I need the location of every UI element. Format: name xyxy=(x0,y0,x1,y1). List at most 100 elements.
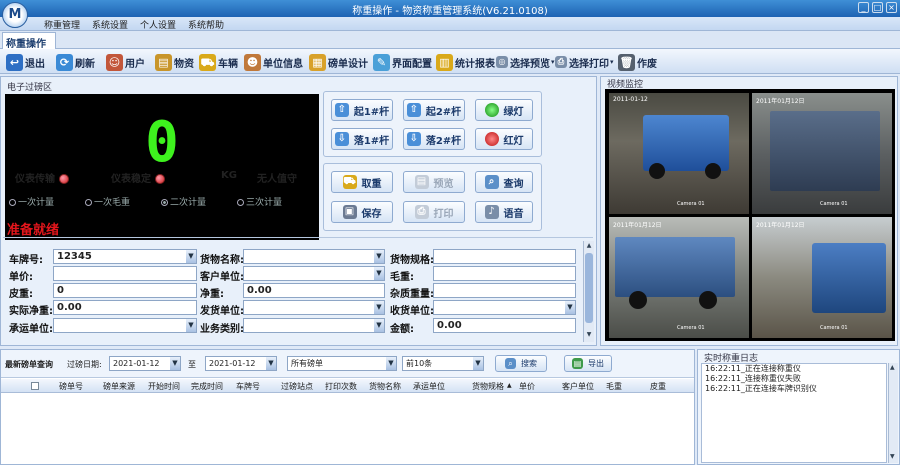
receiver-input[interactable]: ▼ xyxy=(433,300,576,315)
scroll-up-icon[interactable]: ▲ xyxy=(890,364,895,371)
radio-single-weigh[interactable]: 一次计量 xyxy=(9,195,54,208)
ticket-design-button[interactable]: ▦ 磅单设计 xyxy=(309,52,368,72)
vehicle-button[interactable]: ⛟ 车辆 xyxy=(199,52,238,72)
radio-triple-weigh[interactable]: 三次计量 xyxy=(237,195,282,208)
select-all-checkbox[interactable] xyxy=(31,382,39,390)
radio-double-weigh[interactable]: 二次计量 xyxy=(161,195,206,208)
customer-input[interactable]: ▼ xyxy=(243,266,385,281)
arrow-down-icon: ⇩ xyxy=(334,132,349,146)
column-header[interactable]: 打印次数 xyxy=(325,381,357,392)
column-header[interactable]: 皮重 xyxy=(650,381,666,392)
column-header[interactable]: 货物名称 xyxy=(369,381,401,392)
column-header[interactable]: 开始时间 xyxy=(148,381,180,392)
amount-input[interactable]: 0.00 xyxy=(433,318,576,333)
print-button[interactable]: ⎙ 打印 xyxy=(403,201,465,223)
scroll-down-icon[interactable]: ▼ xyxy=(585,331,593,339)
scroll-thumb[interactable] xyxy=(585,253,593,323)
column-header[interactable]: 磅单号 xyxy=(59,381,83,392)
carrier-input[interactable]: ▼ xyxy=(53,318,197,333)
column-header[interactable]: 完成时间 xyxy=(191,381,223,392)
chevron-down-icon[interactable]: ▼ xyxy=(186,250,196,263)
date-to-picker[interactable]: 2021-01-12 ▼ xyxy=(205,356,277,371)
export-icon: ▤ xyxy=(572,358,583,369)
date-from-picker[interactable]: 2021-01-12 ▼ xyxy=(109,356,181,371)
select-print-button[interactable]: ⎙ 选择打印 ▾ xyxy=(555,52,614,72)
preview-button[interactable]: ▤ 预览 xyxy=(403,171,465,193)
net-weight-input[interactable]: 0.00 xyxy=(243,283,385,298)
ui-config-button[interactable]: ✎ 界面配置 xyxy=(373,52,432,72)
void-button[interactable]: 🗑 作废 xyxy=(618,52,657,72)
column-header[interactable]: 车牌号 xyxy=(236,381,260,392)
chevron-down-icon[interactable]: ▼ xyxy=(374,250,384,263)
user-button[interactable]: ☺ 用户 xyxy=(106,52,145,72)
gross-weight-input[interactable] xyxy=(433,266,576,281)
report-button[interactable]: ▥统计报表▾ xyxy=(436,52,500,72)
menu-personal-settings[interactable]: 个人设置 xyxy=(140,18,176,31)
scroll-up-icon[interactable]: ▲ xyxy=(585,242,593,250)
menu-system-settings[interactable]: 系统设置 xyxy=(92,18,128,31)
chevron-down-icon[interactable]: ▼ xyxy=(374,301,384,314)
green-light-button[interactable]: 绿灯 xyxy=(475,99,533,121)
chevron-down-icon[interactable]: ▼ xyxy=(386,357,396,370)
select-preview-button[interactable]: ◎ 选择预览 ▾ xyxy=(496,52,555,72)
chevron-down-icon[interactable]: ▼ xyxy=(473,357,483,370)
chevron-down-icon[interactable]: ▼ xyxy=(186,319,196,332)
column-header[interactable]: 单价 xyxy=(519,381,535,392)
column-header[interactable]: 客户单位 xyxy=(562,381,594,392)
goods-spec-input[interactable] xyxy=(433,249,576,264)
radio-single-gross[interactable]: 一次毛重 xyxy=(85,195,130,208)
chevron-down-icon[interactable]: ▼ xyxy=(374,319,384,332)
menu-help[interactable]: 系统帮助 xyxy=(188,18,224,31)
take-weight-button[interactable]: ⛟ 取重 xyxy=(331,171,393,193)
column-header[interactable]: 毛重 xyxy=(606,381,622,392)
exit-button[interactable]: ↩ 退出 xyxy=(6,52,45,72)
menu-weighing[interactable]: 称重管理 xyxy=(44,18,80,31)
goods-name-input[interactable]: ▼ xyxy=(243,249,385,264)
lower-barrier-2-button[interactable]: ⇩ 落2#杆 xyxy=(403,128,465,150)
column-header[interactable]: 货物规格 xyxy=(472,381,504,392)
chevron-down-icon[interactable]: ▼ xyxy=(170,357,180,370)
sender-input[interactable]: ▼ xyxy=(243,300,385,315)
truck-image xyxy=(615,237,735,297)
log-scrollbar[interactable]: ▲ ▼ xyxy=(888,363,898,463)
goods-button[interactable]: ▤ 物资 xyxy=(155,52,194,72)
voice-button[interactable]: ♪ 语音 xyxy=(475,201,533,223)
unit-price-input[interactable] xyxy=(53,266,197,281)
raise-barrier-1-button[interactable]: ⇧ 起1#杆 xyxy=(331,99,393,121)
search-button[interactable]: ⌕ 搜索 xyxy=(495,355,547,372)
form-scrollbar[interactable]: ▲ ▼ xyxy=(583,241,594,342)
scroll-down-icon[interactable]: ▼ xyxy=(890,453,895,460)
business-type-input[interactable]: ▼ xyxy=(243,318,385,333)
camera-feed-3[interactable]: 2011年01月12日 Camera 01 xyxy=(609,217,749,338)
actual-net-input[interactable]: 0.00 xyxy=(53,300,197,315)
camera-feed-4[interactable]: 2011年01月12日 Camera 01 xyxy=(752,217,892,338)
minimize-icon[interactable]: _ xyxy=(858,2,869,13)
maximize-icon[interactable]: □ xyxy=(872,2,883,13)
export-button[interactable]: ▤ 导出 xyxy=(564,355,612,372)
goods-spec-label: 货物规格: xyxy=(390,255,434,266)
chevron-down-icon[interactable]: ▼ xyxy=(565,301,575,314)
red-light-button[interactable]: 红灯 xyxy=(475,128,533,150)
chevron-down-icon[interactable]: ▼ xyxy=(374,267,384,280)
close-icon[interactable]: × xyxy=(886,2,897,13)
tab-weighing[interactable]: 称重操作 ⊠ xyxy=(2,32,56,60)
ticket-filter-select[interactable]: 所有磅单 ▼ xyxy=(287,356,397,371)
limit-select[interactable]: 前10条 ▼ xyxy=(402,356,484,371)
impurity-weight-input[interactable] xyxy=(433,283,576,298)
raise-barrier-2-button[interactable]: ⇧ 起2#杆 xyxy=(403,99,465,121)
save-button[interactable]: ▣ 保存 xyxy=(331,201,393,223)
company-info-button[interactable]: ☻ 单位信息 xyxy=(244,52,303,72)
tare-weight-input[interactable]: 0 xyxy=(53,283,197,298)
query-button[interactable]: ⌕ 查询 xyxy=(475,171,533,193)
unattended-status: 无人值守 xyxy=(257,174,297,185)
column-header[interactable]: 过磅站点 xyxy=(281,381,313,392)
camera-feed-1[interactable]: 2011-01-12 Camera 01 xyxy=(609,93,749,214)
chevron-down-icon[interactable]: ▼ xyxy=(266,357,276,370)
column-header[interactable]: 承运单位 xyxy=(413,381,445,392)
camera-feed-2[interactable]: 2011年01月12日 Camera 01 xyxy=(752,93,892,214)
refresh-button[interactable]: ⟳ 刷新 xyxy=(56,52,95,72)
plate-input[interactable]: 12345 ▼ xyxy=(53,249,197,264)
column-header[interactable]: 磅单来源 xyxy=(103,381,135,392)
ready-status: 准备就绪 xyxy=(7,223,60,238)
lower-barrier-1-button[interactable]: ⇩ 落1#杆 xyxy=(331,128,393,150)
